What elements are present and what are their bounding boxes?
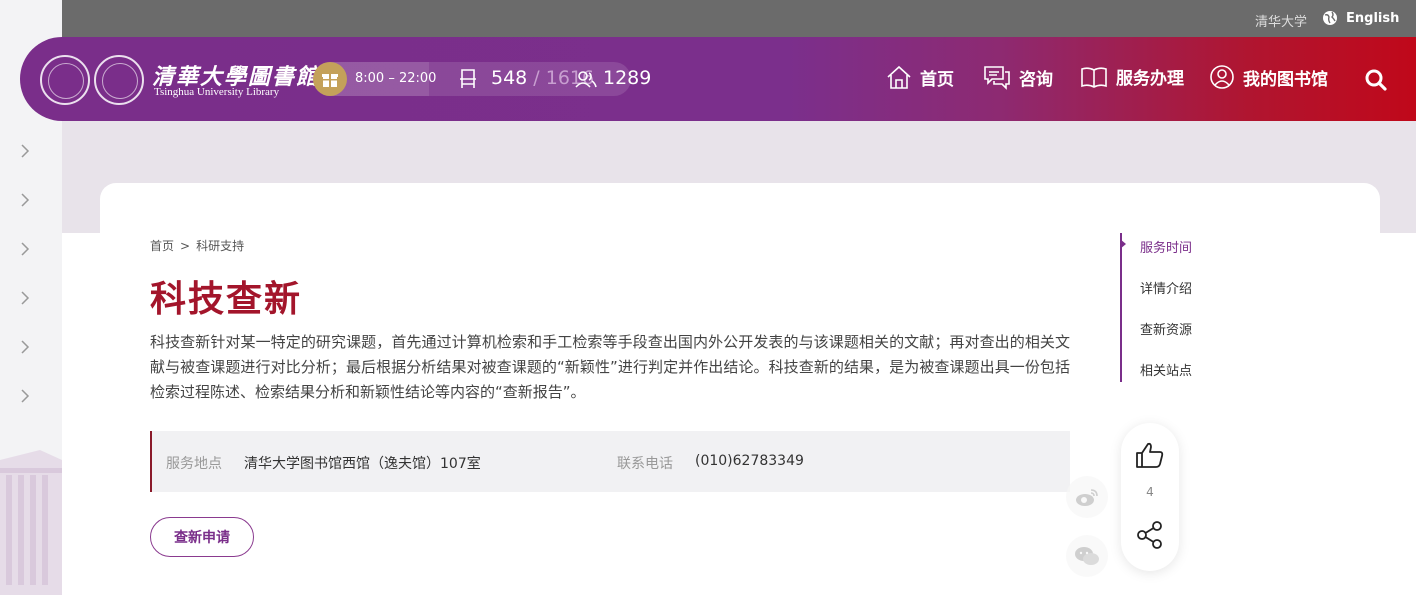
location-label: 服务地点	[166, 456, 222, 472]
library-status-pill: 8:00 – 22:00 548 / 1616 1289	[313, 62, 651, 96]
location-value: 清华大学图书馆西馆（逸夫馆）107室	[244, 456, 481, 472]
seats-used: 548	[491, 67, 528, 89]
active-marker	[1120, 239, 1126, 249]
library-seal-logo[interactable]	[94, 55, 144, 105]
chevron-right-icon[interactable]	[20, 291, 34, 305]
chevron-right-icon[interactable]	[20, 389, 34, 403]
book-icon	[1081, 66, 1107, 88]
chevron-right-icon[interactable]	[20, 242, 34, 256]
nav-consult[interactable]: 咨询	[983, 64, 1053, 90]
nav-label: 咨询	[1019, 69, 1053, 90]
people-icon	[575, 70, 597, 92]
weibo-icon	[1076, 489, 1098, 506]
gift-icon	[313, 62, 347, 96]
chat-icon	[984, 66, 1010, 90]
university-link[interactable]: 清华大学	[1255, 11, 1307, 30]
breadcrumb: 首页 > 科研支持	[150, 237, 244, 254]
wechat-share-button[interactable]	[1066, 535, 1108, 577]
toc-item-related-sites[interactable]: 相关站点	[1140, 360, 1192, 379]
nav-label: 服务办理	[1116, 69, 1184, 89]
building-illustration	[0, 450, 62, 595]
breadcrumb-separator: >	[180, 239, 191, 253]
apply-button[interactable]: 查新申请	[150, 517, 254, 557]
chevron-right-icon[interactable]	[20, 193, 34, 207]
language-switch[interactable]: English	[1322, 10, 1399, 26]
nav-services[interactable]: 服务办理	[1080, 64, 1184, 89]
phone-value: (010)62783349	[695, 453, 804, 469]
thumbs-up-icon[interactable]	[1135, 441, 1165, 473]
section-nav: 服务时间 详情介绍 查新资源 相关站点	[1120, 233, 1240, 382]
chevron-right-icon[interactable]	[20, 340, 34, 354]
nav-my-library[interactable]: 我的图书馆	[1209, 64, 1328, 90]
toc-item-resources[interactable]: 查新资源	[1140, 319, 1192, 338]
weibo-share-button[interactable]	[1066, 476, 1108, 518]
wechat-icon	[1075, 547, 1099, 565]
toc-item-service-hours[interactable]: 服务时间	[1140, 237, 1192, 256]
share-icon[interactable]	[1137, 521, 1163, 553]
toc-item-details[interactable]: 详情介绍	[1140, 278, 1192, 297]
social-float-panel: 4	[1121, 423, 1179, 571]
seat-icon	[459, 69, 477, 93]
chevron-right-icon[interactable]	[20, 144, 34, 158]
nav-label: 首页	[920, 69, 954, 90]
phone-label: 联系电话	[617, 456, 673, 472]
top-bar	[62, 0, 1416, 38]
language-label: English	[1346, 10, 1400, 26]
page-description: 科技查新针对某一特定的研究课题，首先通过计算机检索和手工检索等手段查出国内外公开…	[150, 333, 1070, 401]
nav-home[interactable]: 首页	[886, 64, 954, 90]
breadcrumb-home[interactable]: 首页	[150, 239, 174, 253]
university-seal-logo[interactable]	[40, 55, 90, 105]
search-icon[interactable]	[1365, 69, 1387, 95]
seats-separator: /	[527, 67, 546, 89]
page-title: 科技查新	[150, 279, 303, 320]
globe-icon	[1323, 11, 1337, 25]
like-count: 4	[1146, 485, 1154, 499]
service-info-box: 服务地点 清华大学图书馆西馆（逸夫馆）107室 联系电话 (010)627833…	[150, 431, 1070, 492]
main-header: 清華大學圖書館 Tsinghua University Library 8:00…	[20, 37, 1416, 121]
nav-label: 我的图书馆	[1243, 69, 1328, 90]
logo-english-text[interactable]: Tsinghua University Library	[154, 86, 279, 98]
home-icon	[887, 65, 911, 89]
breadcrumb-current[interactable]: 科研支持	[196, 239, 244, 253]
user-icon	[1210, 65, 1234, 89]
opening-hours: 8:00 – 22:00	[355, 71, 437, 86]
visitor-count: 1289	[603, 67, 652, 89]
